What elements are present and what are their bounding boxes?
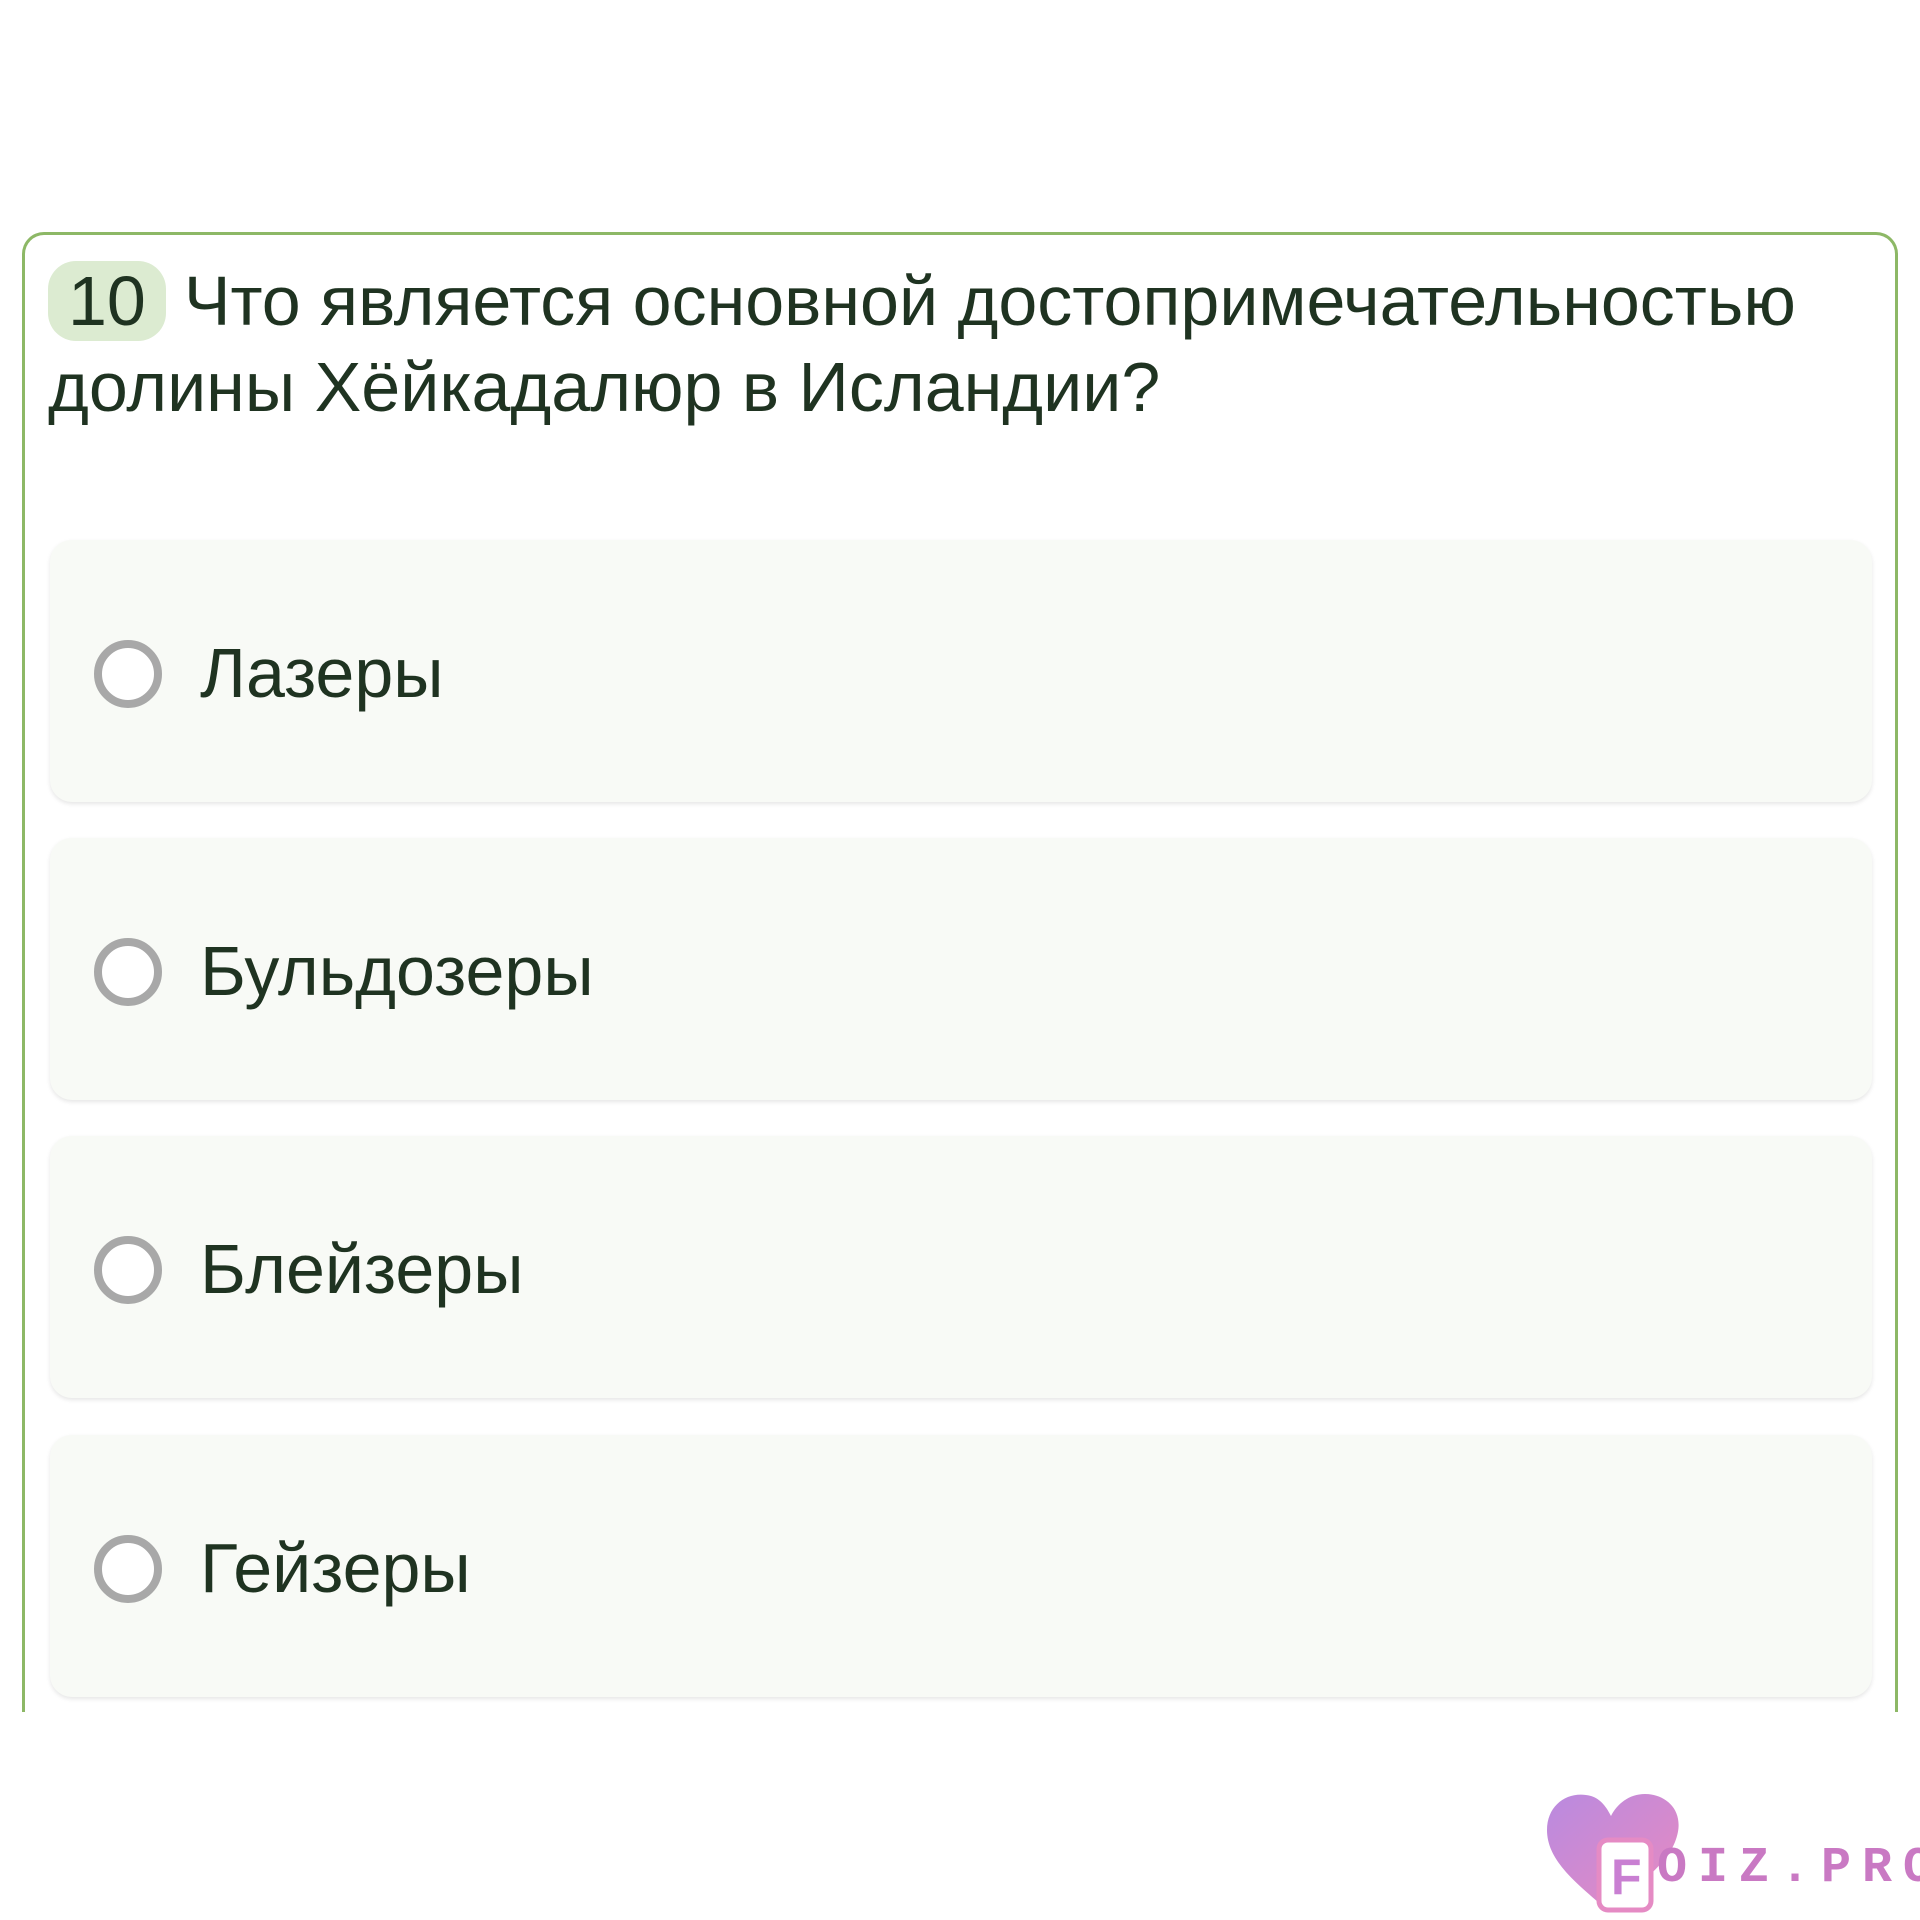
answer-option-2[interactable]: Бульдозеры (50, 838, 1872, 1100)
question-header: 10 Что является основной достопримечатель… (48, 258, 1828, 430)
question-text: Что является основной достопримечательно… (48, 262, 1796, 426)
radio-button-icon[interactable] (94, 1535, 162, 1603)
answer-option-1[interactable]: Лазеры (50, 540, 1872, 802)
answer-option-label: Лазеры (200, 634, 444, 712)
answer-option-label: Блейзеры (200, 1230, 524, 1308)
radio-button-icon[interactable] (94, 640, 162, 708)
answer-option-3[interactable]: Блейзеры (50, 1136, 1872, 1398)
logo-letter: F (1611, 1849, 1642, 1905)
foiz-pro-watermark-logo: F OIZ.PRO (1545, 1790, 1920, 1915)
answer-option-label: Бульдозеры (200, 932, 594, 1010)
logo-text: OIZ.PRO (1657, 1840, 1920, 1897)
radio-button-icon[interactable] (94, 1236, 162, 1304)
answer-option-label: Гейзеры (200, 1529, 471, 1607)
question-number-badge: 10 (48, 261, 166, 341)
radio-button-icon[interactable] (94, 938, 162, 1006)
answer-option-4[interactable]: Гейзеры (50, 1435, 1872, 1697)
